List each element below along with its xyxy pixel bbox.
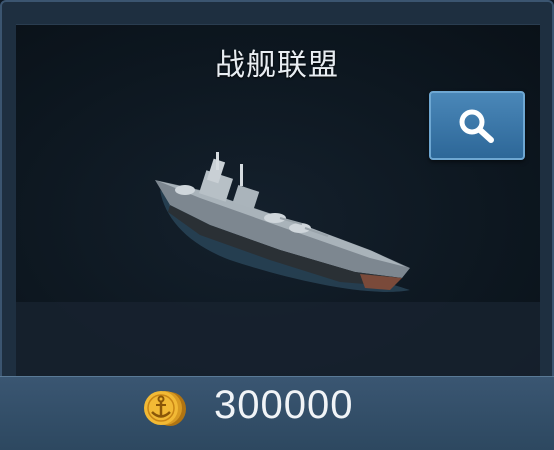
price-value: 300000 xyxy=(214,383,354,427)
zoom-button[interactable] xyxy=(429,91,525,160)
preview-bottom-band xyxy=(16,302,540,376)
battleship-image xyxy=(155,152,410,292)
magnifier-icon xyxy=(459,109,494,143)
anchor-coin-icon xyxy=(144,391,186,426)
item-title: 战舰联盟 xyxy=(215,48,339,83)
